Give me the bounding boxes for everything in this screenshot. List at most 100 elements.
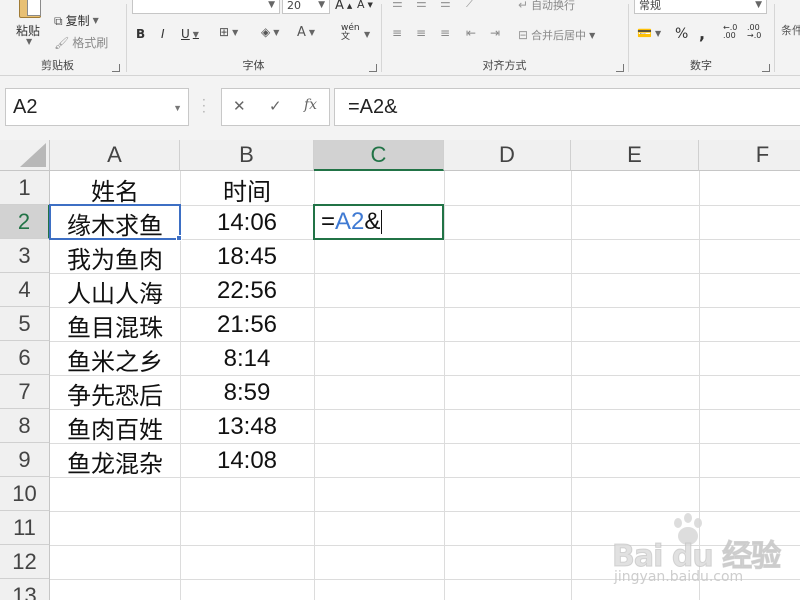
- cell-a7[interactable]: 争先恐后: [51, 376, 179, 410]
- chevron-down-icon: ▼: [268, 0, 275, 10]
- merge-center-button[interactable]: ⊟ 合并后居中 ▼: [518, 27, 595, 43]
- cell-a8[interactable]: 鱼肉百姓: [51, 410, 179, 444]
- cell-editor-c2[interactable]: = A2 &: [313, 204, 444, 240]
- align-left-button[interactable]: ≡: [392, 26, 402, 40]
- row-header-7[interactable]: 7: [0, 375, 50, 409]
- formula-bar-grip[interactable]: · · ·: [202, 94, 206, 118]
- border-icon: ⊞: [219, 25, 230, 39]
- cell-b6[interactable]: 8:14: [180, 342, 314, 376]
- row-header-8[interactable]: 8: [0, 409, 50, 443]
- paste-icon[interactable]: [15, 0, 45, 20]
- phonetic-dropdown[interactable]: ▼: [364, 30, 370, 39]
- row-header-4[interactable]: 4: [0, 273, 50, 307]
- wrap-text-label: 自动换行: [531, 0, 576, 12]
- format-painter-button[interactable]: 🖌 格式刷: [54, 34, 108, 51]
- chevron-down-icon: ▼: [654, 28, 662, 38]
- number-format-select[interactable]: 常规 ▼: [634, 0, 767, 14]
- phonetic-button[interactable]: wén 文: [341, 24, 360, 42]
- copy-button[interactable]: ⧉ 复制 ▼: [54, 12, 99, 29]
- fill-color-button[interactable]: ◈ ▼: [261, 26, 279, 38]
- increase-indent-button[interactable]: ⇥: [490, 26, 500, 40]
- cell-b9[interactable]: 14:08: [180, 444, 314, 478]
- cancel-icon[interactable]: ✕: [233, 97, 246, 115]
- column-header-e[interactable]: E: [571, 140, 699, 171]
- cell-b1[interactable]: 时间: [180, 172, 314, 206]
- column-header-c[interactable]: C: [314, 140, 444, 171]
- font-size-select[interactable]: 20 ▼: [282, 0, 330, 14]
- copy-label: 复制: [65, 14, 90, 28]
- comma-button[interactable]: ,: [699, 24, 705, 43]
- cell-b5[interactable]: 21:56: [180, 308, 314, 342]
- phonetic-icon: wén 文: [341, 23, 360, 42]
- align-bottom-button[interactable]: ☰: [440, 0, 451, 10]
- font-color-button[interactable]: A ▼: [297, 26, 315, 39]
- column-header-a[interactable]: A: [50, 140, 180, 171]
- bold-button[interactable]: B: [136, 27, 145, 41]
- cell-a9[interactable]: 鱼龙混杂: [51, 444, 179, 478]
- percent-label: %: [675, 26, 689, 42]
- row-header-12[interactable]: 12: [0, 545, 50, 579]
- font-name-select[interactable]: ▼: [132, 0, 280, 14]
- column-header-d[interactable]: D: [444, 140, 571, 171]
- chevron-down-icon[interactable]: ▼: [173, 103, 182, 113]
- percent-button[interactable]: %: [675, 26, 688, 42]
- cell-a1[interactable]: 姓名: [51, 172, 179, 206]
- conditional-format-button[interactable]: 条件: [781, 22, 800, 38]
- column-header-b[interactable]: B: [180, 140, 314, 171]
- chevron-down-icon: ▼: [755, 0, 762, 10]
- row-header-3[interactable]: 3: [0, 239, 50, 273]
- merge-center-label: 合并后居中: [531, 29, 587, 42]
- border-button[interactable]: ⊞ ▼: [219, 26, 238, 38]
- cell-a4[interactable]: 人山人海: [51, 274, 179, 308]
- enter-icon[interactable]: ✓: [269, 97, 282, 115]
- cell-b8[interactable]: 13:48: [180, 410, 314, 444]
- text-cursor: [381, 210, 383, 234]
- watermark-url: jingyan.baidu.com: [614, 569, 744, 585]
- orientation-button[interactable]: ⟋: [466, 0, 474, 11]
- font-launcher-icon[interactable]: [369, 64, 377, 72]
- italic-button[interactable]: I: [161, 27, 165, 41]
- alignment-launcher-icon[interactable]: [616, 64, 624, 72]
- decrease-decimal-button[interactable]: .00 →.0: [747, 24, 761, 40]
- number-launcher-icon[interactable]: [762, 64, 770, 72]
- insert-function-icon[interactable]: fx: [304, 97, 317, 113]
- row-header-5[interactable]: 5: [0, 307, 50, 341]
- format-painter-icon: 🖌: [54, 35, 70, 50]
- cell-a6[interactable]: 鱼米之乡: [51, 342, 179, 376]
- paste-dropdown[interactable]: ▼: [26, 37, 32, 46]
- cell-b2[interactable]: 14:06: [180, 206, 314, 240]
- decrease-indent-button[interactable]: ⇤: [466, 26, 476, 40]
- clipboard-group: 粘贴 ▼ ⧉ 复制 ▼ 🖌 格式刷 剪贴板: [0, 0, 125, 75]
- clipboard-group-label: 剪贴板: [41, 59, 74, 72]
- row-header-11[interactable]: 11: [0, 511, 50, 545]
- select-all-button[interactable]: [0, 140, 50, 171]
- cell-b3[interactable]: 18:45: [180, 240, 314, 274]
- underline-button[interactable]: U ▼: [181, 27, 199, 41]
- reference-resize-handle[interactable]: [176, 235, 182, 241]
- accounting-format-button[interactable]: 💳 ▼: [637, 27, 661, 39]
- row-header-9[interactable]: 9: [0, 443, 50, 477]
- wrap-text-button[interactable]: ↵ 自动换行: [518, 0, 575, 13]
- align-center-button[interactable]: ≡: [416, 26, 426, 40]
- row-header-13[interactable]: 13: [0, 579, 50, 600]
- cell-b7[interactable]: 8:59: [180, 376, 314, 410]
- align-middle-button[interactable]: ☰: [416, 0, 427, 10]
- cell-a3[interactable]: 我为鱼肉: [51, 240, 179, 274]
- name-box[interactable]: A2 ▼: [5, 88, 189, 126]
- formula-text: =A2&: [348, 95, 398, 118]
- row-header-1[interactable]: 1: [0, 171, 50, 205]
- row-header-6[interactable]: 6: [0, 341, 50, 375]
- column-header-f[interactable]: F: [699, 140, 800, 171]
- formula-input[interactable]: =A2&: [334, 88, 800, 126]
- decrease-font-button[interactable]: A ▼: [357, 0, 373, 11]
- cell-b4[interactable]: 22:56: [180, 274, 314, 308]
- row-header-2[interactable]: 2: [0, 205, 50, 239]
- align-top-button[interactable]: ☰: [392, 0, 403, 10]
- align-right-button[interactable]: ≡: [440, 26, 450, 40]
- row-header-10[interactable]: 10: [0, 477, 50, 511]
- increase-decimal-button[interactable]: ←.0.00: [723, 24, 737, 40]
- format-painter-label: 格式刷: [72, 36, 109, 50]
- increase-font-button[interactable]: A ▲: [335, 0, 352, 13]
- cell-a5[interactable]: 鱼目混珠: [51, 308, 179, 342]
- clipboard-launcher-icon[interactable]: [112, 64, 120, 72]
